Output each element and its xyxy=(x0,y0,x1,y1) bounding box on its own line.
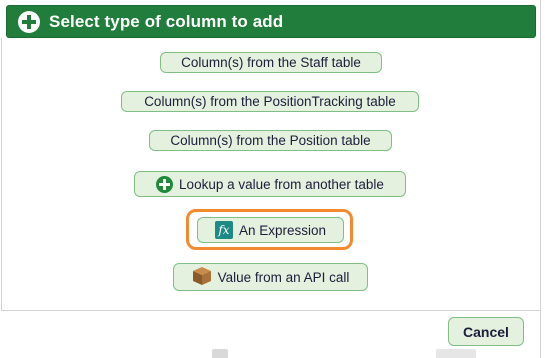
option-label: Lookup a value from another table xyxy=(179,176,384,192)
option-label: Column(s) from the Position table xyxy=(170,133,371,148)
api-call-button[interactable]: Value from an API call xyxy=(173,263,368,291)
highlight-ring xyxy=(186,209,353,250)
cancel-button[interactable]: Cancel xyxy=(448,317,524,346)
lookup-value-button[interactable]: Lookup a value from another table xyxy=(134,171,406,197)
position-table-columns-button[interactable]: Column(s) from the Position table xyxy=(149,130,392,151)
dialog-header: Select type of column to add xyxy=(6,5,536,38)
window-edge xyxy=(540,0,545,358)
add-column-dialog: Select type of column to add Column(s) f… xyxy=(0,0,545,358)
box-icon xyxy=(192,266,212,289)
dialog-title: Select type of column to add xyxy=(49,11,284,31)
positiontracking-table-columns-button[interactable]: Column(s) from the PositionTracking tabl… xyxy=(121,91,419,112)
option-label: Column(s) from the Staff table xyxy=(181,55,361,70)
background-element xyxy=(436,349,476,358)
staff-table-columns-button[interactable]: Column(s) from the Staff table xyxy=(160,52,382,73)
plus-icon xyxy=(18,10,40,33)
green-plus-icon xyxy=(156,175,174,193)
option-label: Column(s) from the PositionTracking tabl… xyxy=(144,94,396,109)
option-label: Value from an API call xyxy=(217,269,350,285)
footer-divider xyxy=(1,310,540,311)
background-element xyxy=(212,349,228,358)
